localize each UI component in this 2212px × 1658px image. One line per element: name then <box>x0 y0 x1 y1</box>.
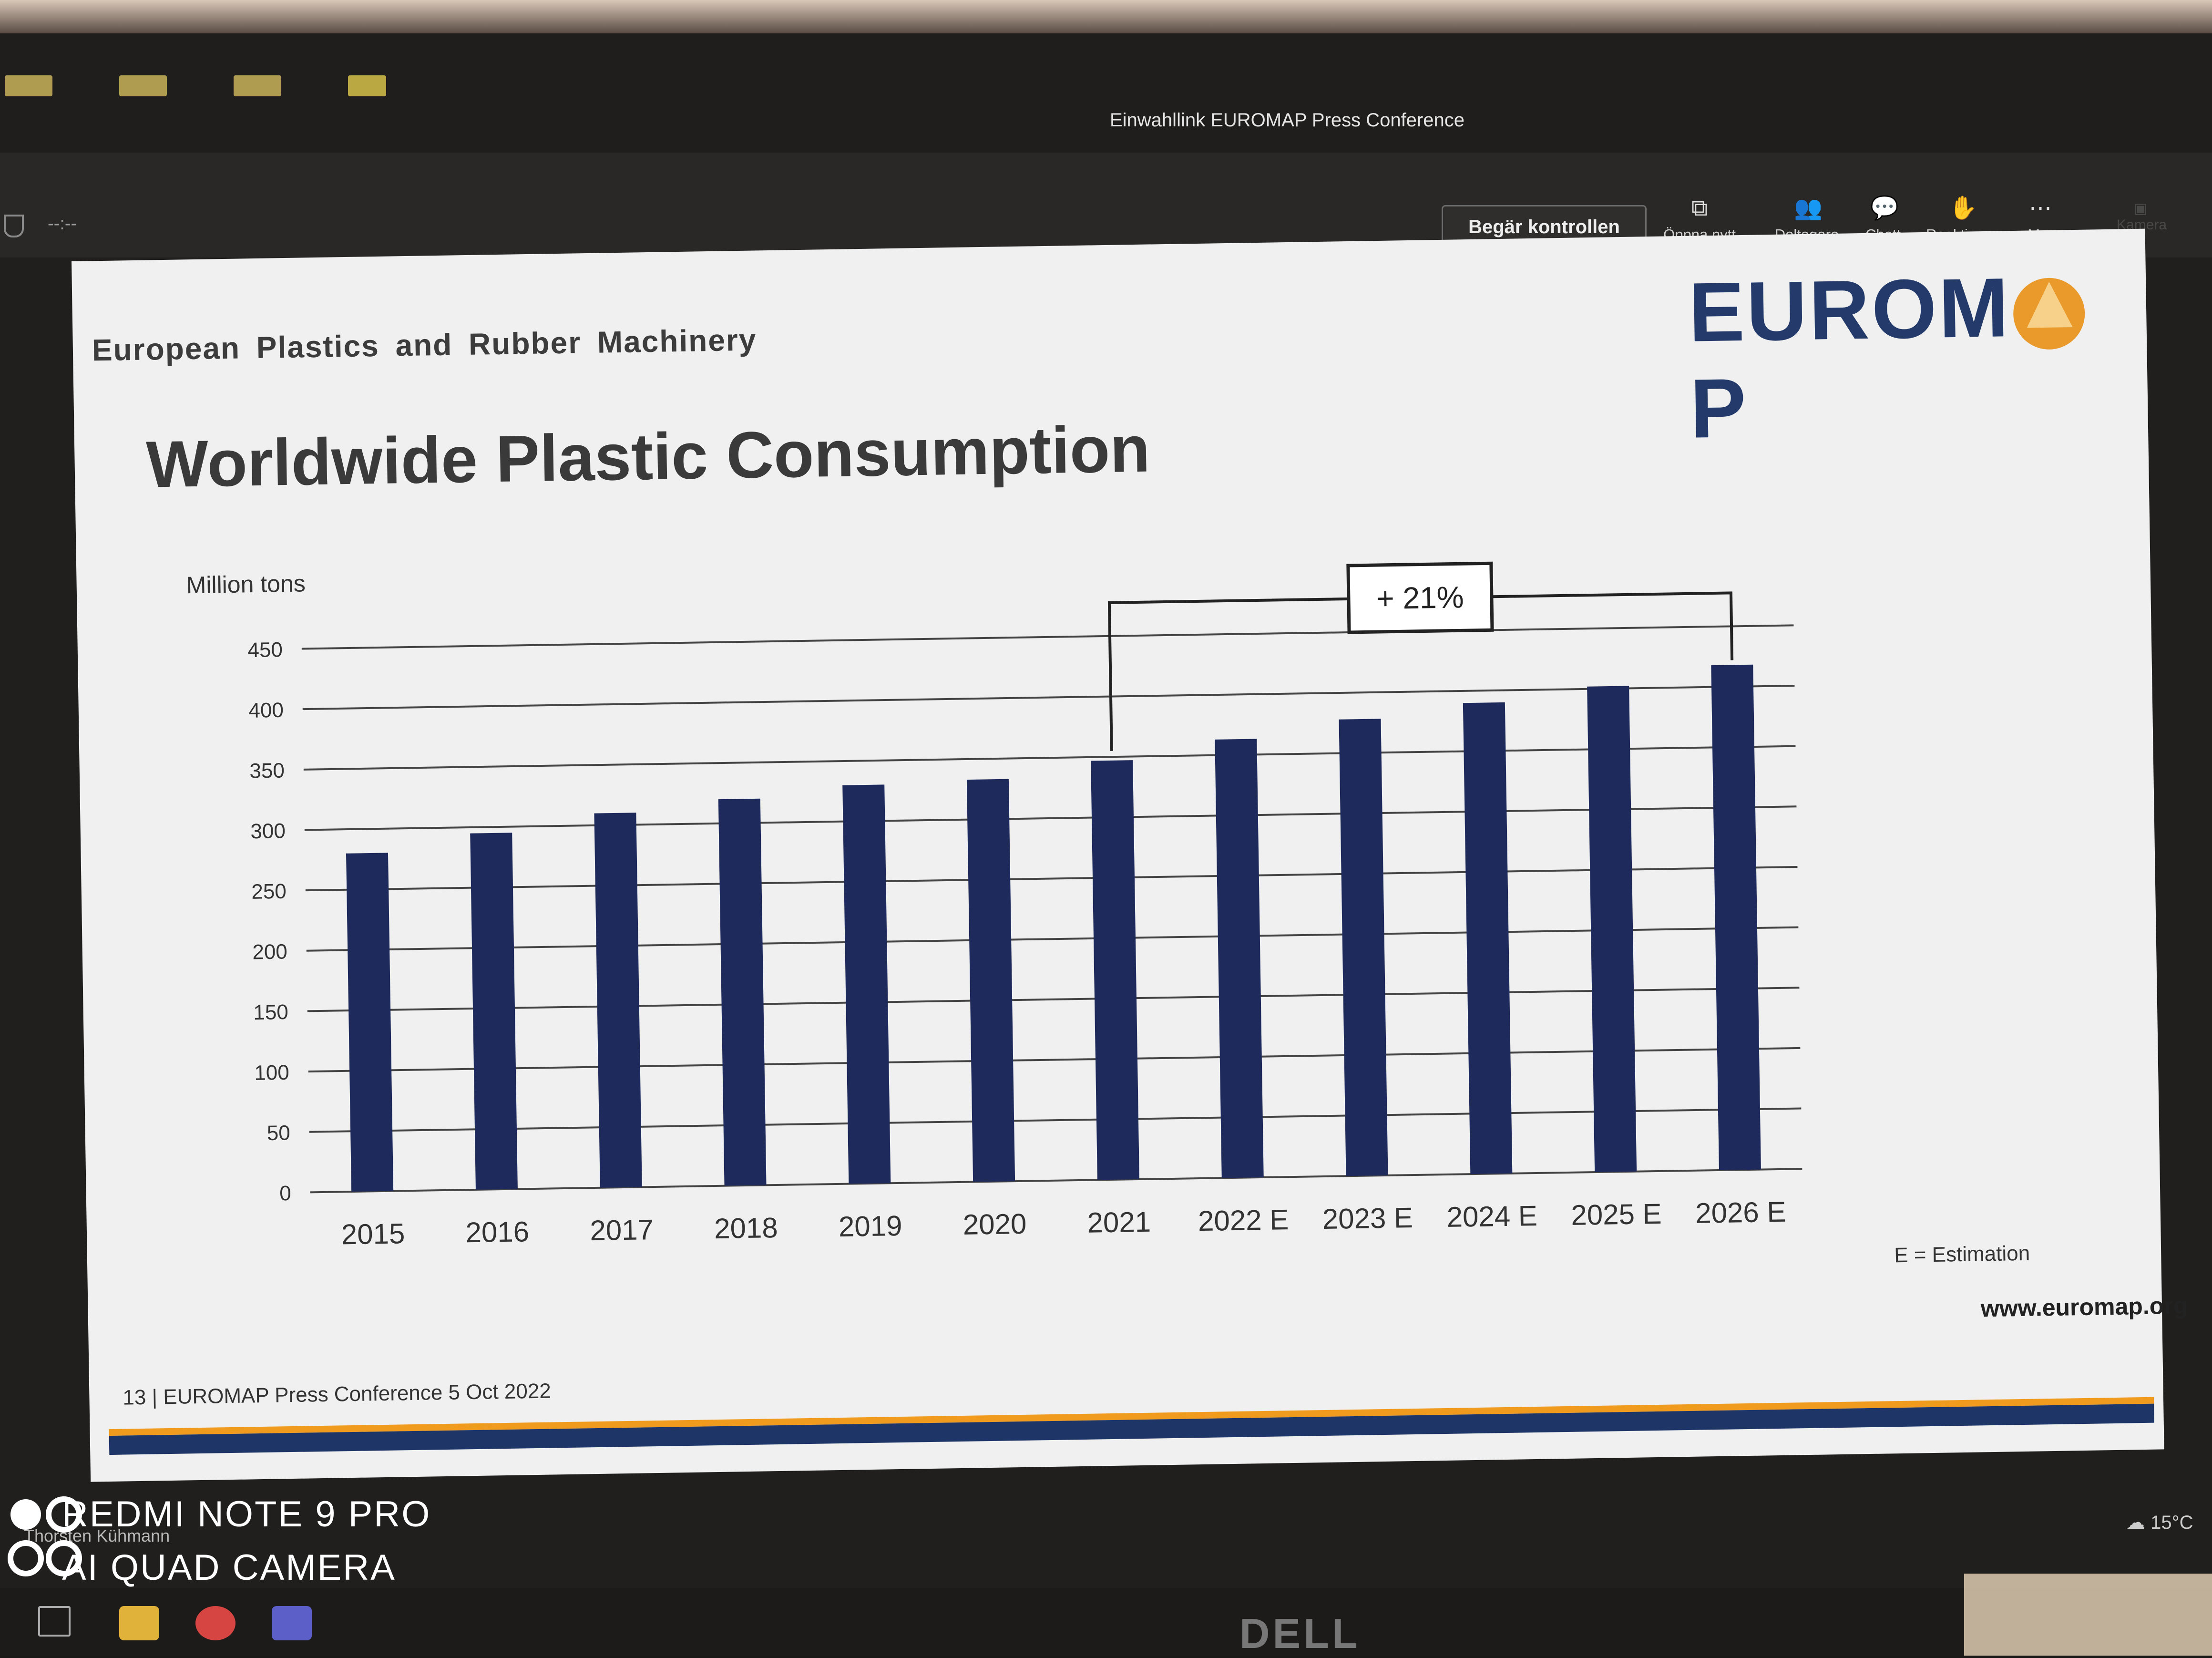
y-tick-label: 50 <box>266 1121 290 1145</box>
estimation-note: E = Estimation <box>1894 1241 2030 1267</box>
bar <box>1091 760 1139 1180</box>
y-tick-label: 0 <box>279 1182 291 1205</box>
gridline <box>304 805 1797 831</box>
x-tick-label: 2026 E <box>1695 1196 1786 1229</box>
window-tab-icon[interactable] <box>5 75 52 96</box>
gridline <box>306 926 1799 952</box>
logo-text-right: P <box>1689 361 1749 456</box>
bar <box>1215 739 1264 1178</box>
y-tick-label: 100 <box>254 1061 289 1085</box>
bar <box>1339 719 1388 1176</box>
slide-title: Worldwide Plastic Consumption <box>145 412 1151 502</box>
sticky-note <box>1964 1574 2212 1656</box>
weather-temperature: 15°C <box>2151 1512 2193 1533</box>
x-tick-label: 2018 <box>714 1212 778 1245</box>
gridline <box>308 1047 1801 1073</box>
os-taskbar <box>0 1588 2212 1656</box>
x-tick-label: 2021 <box>1087 1206 1151 1239</box>
bar <box>1711 664 1761 1170</box>
y-tick-label: 250 <box>251 880 287 904</box>
x-tick-label: 2023 E <box>1322 1202 1413 1235</box>
bar <box>718 798 767 1186</box>
y-tick-label: 200 <box>252 940 287 964</box>
x-tick-label: 2025 E <box>1571 1198 1662 1231</box>
gridline <box>309 1107 1802 1133</box>
x-tick-label: 2020 <box>963 1208 1027 1241</box>
x-tick-label: 2024 E <box>1446 1200 1537 1233</box>
watermark-line-2: AI QUAD CAMERA <box>62 1547 396 1588</box>
bar <box>470 833 518 1190</box>
cloud-icon: ☁ <box>2126 1512 2145 1533</box>
x-tick-label: 2017 <box>590 1214 654 1246</box>
shared-slide: EUROMP European Plastics and Rubber Mach… <box>72 228 2188 1482</box>
website-link: www.euromap.org <box>1980 1292 2188 1322</box>
y-tick-label: 450 <box>247 638 283 662</box>
camera-watermark: REDMI NOTE 9 PRO AI QUAD CAMERA <box>8 1488 431 1595</box>
y-tick-label: 400 <box>248 699 284 722</box>
monitor-bezel <box>0 0 2212 33</box>
bar <box>842 784 891 1184</box>
chrome-icon[interactable] <box>195 1606 236 1640</box>
growth-annotation-label: + 21% <box>1376 580 1464 616</box>
chat-icon: 💬 <box>1870 196 1899 221</box>
weather-widget[interactable]: ☁ 15°C <box>2126 1512 2193 1534</box>
y-tick-label: 350 <box>249 759 285 783</box>
window-tab-icon[interactable] <box>234 75 281 96</box>
shield-icon <box>4 215 24 237</box>
bar <box>1463 702 1513 1174</box>
gridline <box>301 624 1794 650</box>
participants-icon: 👥 <box>1794 196 1823 221</box>
logo-mark-icon <box>2013 277 2086 350</box>
camera-watermark-logo <box>8 1496 82 1576</box>
bar-chart: Million tons 0 50 100 150 200 250 300 350 400 450 2… <box>186 561 1802 1250</box>
organization-name: European Plastics and Rubber Machinery <box>92 322 757 368</box>
bar <box>966 779 1015 1182</box>
teams-icon[interactable] <box>272 1606 312 1640</box>
euromap-logo: EUROMP <box>1688 258 2119 456</box>
more-icon: ⋯ <box>2029 196 2052 221</box>
monitor-brand: DELL <box>1239 1610 1361 1657</box>
y-axis-label: Million tons <box>186 570 306 598</box>
open-new-icon: ⧉ <box>1691 196 1708 221</box>
meeting-timer: --:-- <box>48 214 77 234</box>
bar <box>594 813 642 1188</box>
x-tick-label: 2019 <box>838 1210 902 1243</box>
window-tab-icon[interactable] <box>119 75 167 96</box>
watermark-line-1: REDMI NOTE 9 PRO <box>62 1494 431 1534</box>
bar <box>1587 686 1637 1173</box>
gridline <box>307 987 1800 1012</box>
file-explorer-icon[interactable] <box>119 1606 159 1640</box>
reactions-icon: ✋ <box>1949 196 1977 221</box>
window-title: Einwahllink EUROMAP Press Conference <box>1109 110 1464 131</box>
gridline <box>305 865 1798 892</box>
x-tick-label: 2015 <box>341 1217 405 1250</box>
bar <box>346 853 394 1192</box>
gridline <box>310 1168 1802 1194</box>
slide-footer: 13 | EUROMAP Press Conference 5 Oct 2022 <box>123 1379 552 1410</box>
x-tick-label: 2016 <box>465 1215 530 1248</box>
camera-icon: ▣ <box>2133 201 2148 216</box>
y-tick-label: 300 <box>250 819 286 843</box>
task-view-icon[interactable] <box>38 1606 71 1637</box>
title-bar: Einwahllink EUROMAP Press Conference <box>0 33 2212 153</box>
window-tab-icon[interactable] <box>348 75 386 96</box>
gridline <box>302 685 1795 711</box>
logo-text-left: EUROM <box>1688 261 2011 360</box>
x-tick-label: 2022 E <box>1198 1204 1289 1237</box>
y-tick-label: 150 <box>253 1000 288 1024</box>
gridline <box>303 745 1796 771</box>
